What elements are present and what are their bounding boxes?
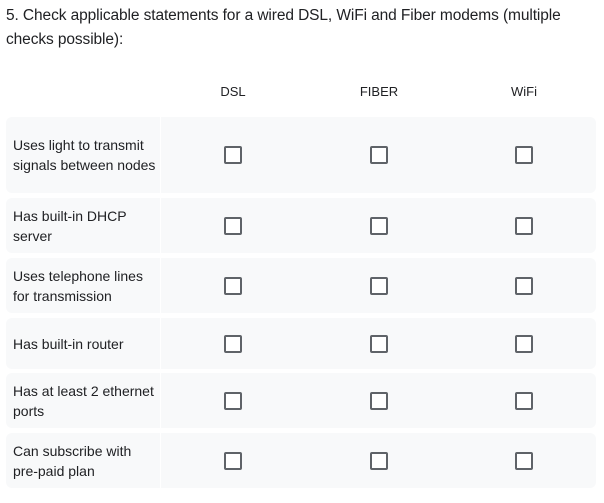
- row-divider: [160, 373, 161, 428]
- checkbox-fiber[interactable]: [370, 451, 388, 470]
- column-header-dsl: DSL: [220, 84, 246, 99]
- checkbox-fiber[interactable]: [370, 391, 388, 410]
- checkbox-dsl[interactable]: [224, 276, 242, 295]
- checkbox-dsl[interactable]: [224, 391, 242, 410]
- checkbox-wifi[interactable]: [515, 146, 533, 164]
- checkbox-wifi[interactable]: [515, 216, 533, 235]
- checkbox-fiber[interactable]: [370, 276, 388, 295]
- grid-row: Has at least 2 ethernet ports: [6, 373, 596, 428]
- checkbox-fiber[interactable]: [370, 334, 388, 353]
- checkbox-dsl[interactable]: [224, 451, 242, 470]
- checkbox-grid: DSL FIBER WiFi Uses light to transmit si…: [6, 80, 596, 488]
- row-label: Can subscribe with pre-paid plan: [13, 442, 132, 479]
- grid-row: Uses light to transmit signals between n…: [6, 117, 596, 193]
- question-title: 5. Check applicable statements for a wir…: [6, 7, 561, 48]
- grid-row: Has built-in router: [6, 318, 596, 369]
- column-header-wifi: WiFi: [511, 84, 537, 99]
- column-header-fiber: FIBER: [359, 84, 399, 99]
- row-label: Has built-in router: [13, 335, 124, 352]
- row-divider: [160, 198, 161, 253]
- grid-row: Uses telephone lines for transmission: [6, 258, 596, 313]
- checkbox-wifi[interactable]: [515, 451, 533, 470]
- row-label: Has at least 2 ethernet ports: [13, 382, 154, 419]
- row-divider: [160, 433, 161, 488]
- checkbox-dsl[interactable]: [224, 146, 242, 164]
- row-divider: [160, 117, 161, 193]
- checkbox-fiber[interactable]: [370, 216, 388, 235]
- checkbox-fiber[interactable]: [370, 146, 388, 164]
- row-label: Has built-in DHCP server: [13, 207, 127, 244]
- row-divider: [160, 318, 161, 369]
- checkbox-dsl[interactable]: [224, 334, 242, 353]
- row-label: Uses telephone lines for transmission: [13, 267, 143, 304]
- row-label: Uses light to transmit signals between n…: [13, 137, 156, 173]
- checkbox-wifi[interactable]: [515, 334, 533, 353]
- row-divider: [160, 258, 161, 313]
- checkbox-wifi[interactable]: [515, 391, 533, 410]
- checkbox-dsl[interactable]: [224, 216, 242, 235]
- checkbox-wifi[interactable]: [515, 276, 533, 295]
- grid-row: Has built-in DHCP server: [6, 198, 596, 253]
- grid-row: Can subscribe with pre-paid plan: [6, 433, 596, 488]
- grid-header: DSL FIBER WiFi: [6, 80, 596, 104]
